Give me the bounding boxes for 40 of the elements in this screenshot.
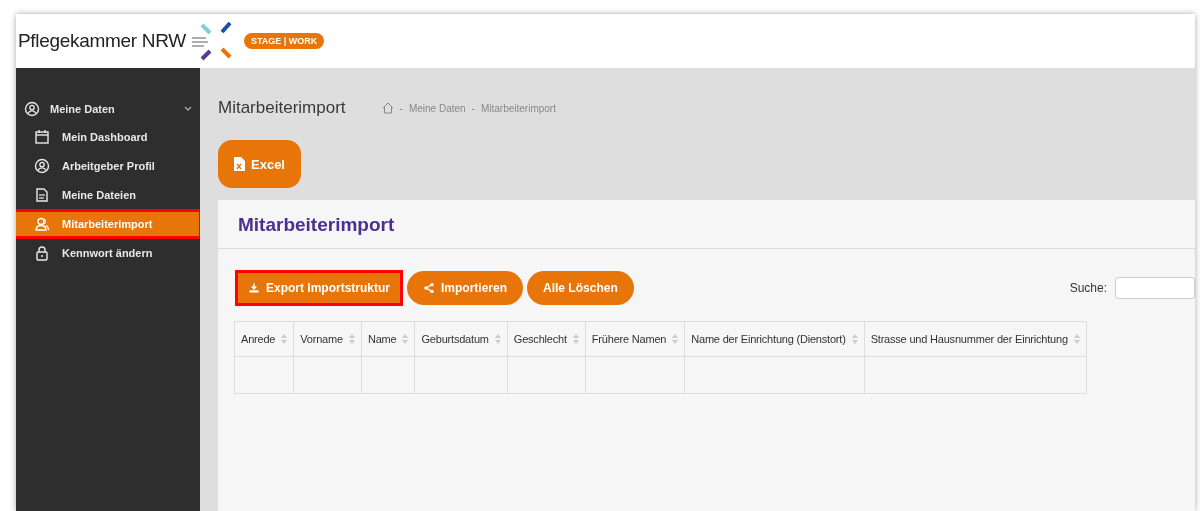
logo-text: Pflegekammer NRW — [18, 30, 186, 52]
sidebar-item[interactable]: Mein Dashboard — [16, 124, 200, 150]
column-header[interactable]: Anrede — [234, 321, 294, 357]
calendar-icon — [34, 129, 50, 145]
environment-badge: STAGE | WORK — [244, 33, 325, 49]
sort-icon — [348, 334, 355, 344]
user-circle-icon — [34, 158, 50, 174]
column-header[interactable]: Vorname — [293, 321, 362, 357]
search-field[interactable] — [1115, 277, 1195, 299]
sort-icon — [672, 334, 679, 344]
download-icon — [248, 282, 260, 294]
search-label: Suche: — [1069, 281, 1107, 295]
sort-icon — [402, 334, 409, 344]
column-header[interactable]: Name der Einrichtung (Dienstort) — [684, 321, 865, 357]
sort-icon — [281, 334, 288, 344]
column-header[interactable]: Name — [361, 321, 415, 357]
breadcrumb-separator: - — [399, 102, 403, 114]
sidebar-item[interactable]: Kennwort ändern — [16, 240, 200, 266]
user-circle-icon — [24, 101, 40, 117]
column-header[interactable]: Geburtsdatum — [414, 321, 508, 357]
sidebar-group[interactable]: Meine Daten — [16, 98, 200, 120]
sort-icon — [494, 334, 501, 344]
share-icon — [423, 282, 435, 294]
lock-icon — [34, 245, 50, 261]
sidebar-item[interactable]: Meine Dateien — [16, 182, 200, 208]
chevron-down-icon — [184, 106, 192, 112]
users-icon — [34, 216, 50, 232]
column-header[interactable]: Strasse und Hausnummer der Einrichtung — [864, 321, 1087, 357]
sort-icon — [572, 334, 579, 344]
page-title: Mitarbeiterimport — [218, 98, 346, 118]
card-title: Mitarbeiterimport — [218, 200, 1195, 249]
breadcrumb-separator: - — [471, 102, 475, 114]
home-icon[interactable] — [381, 102, 394, 114]
column-header[interactable]: Frühere Namen — [585, 321, 685, 357]
file-icon — [34, 187, 50, 203]
sidebar-item[interactable]: Arbeitgeber Profil — [16, 153, 200, 179]
column-header[interactable]: Geschlecht — [507, 321, 586, 357]
sort-icon — [1073, 334, 1080, 344]
sort-icon — [851, 334, 858, 344]
excel-file-icon — [234, 157, 245, 171]
